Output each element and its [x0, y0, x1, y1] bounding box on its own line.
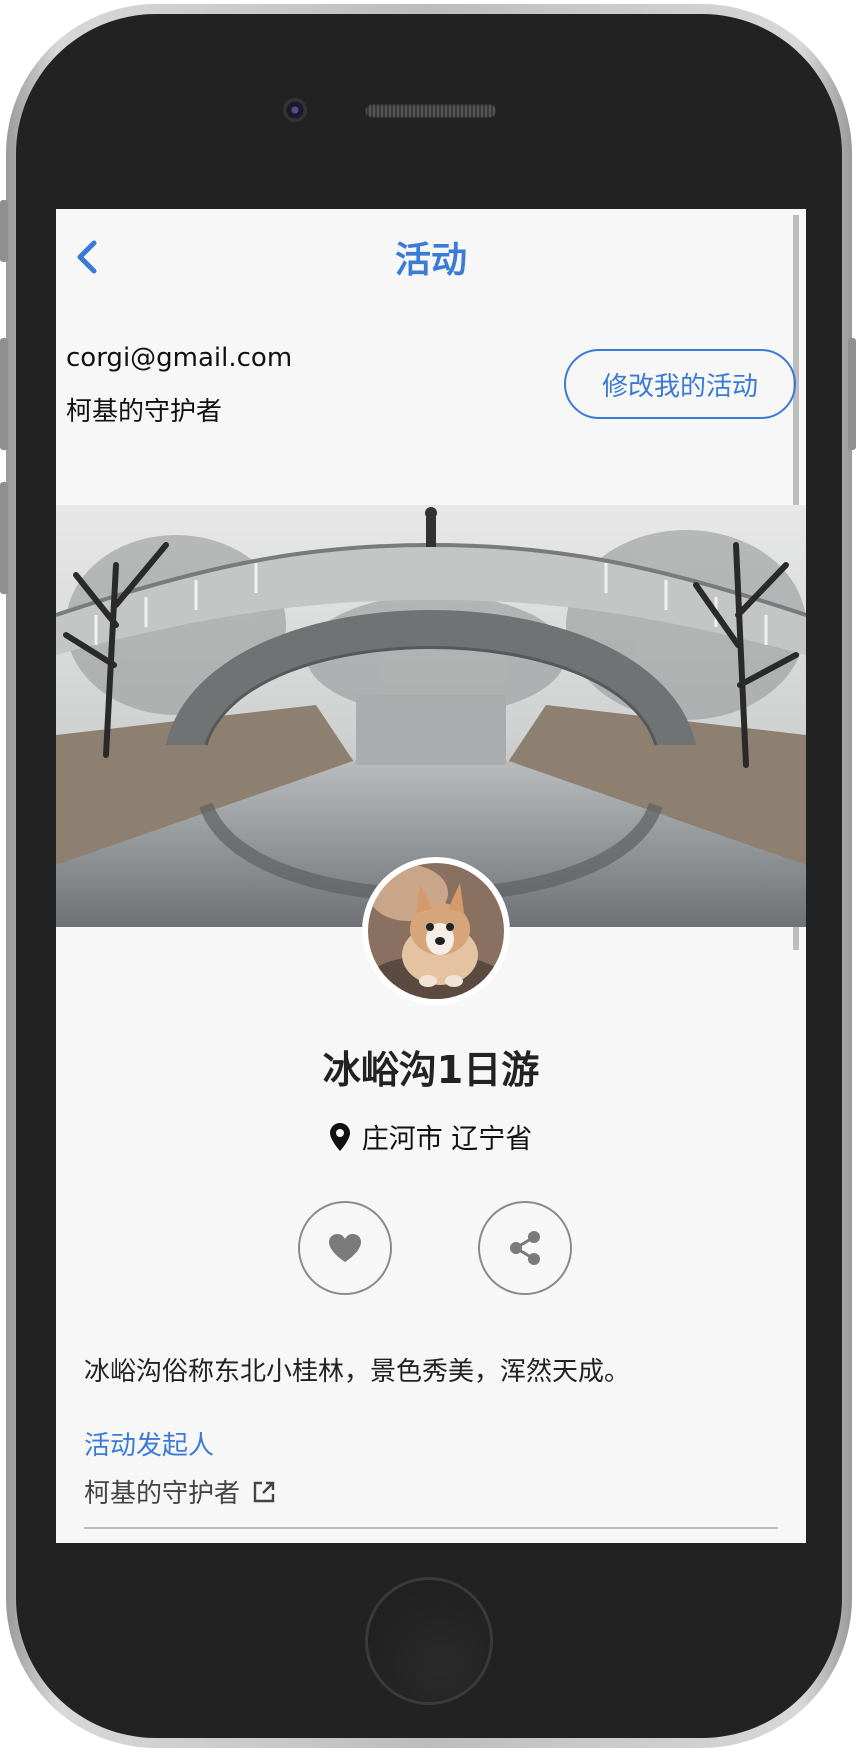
share-button[interactable]: [478, 1201, 572, 1295]
corgi-avatar-image: [368, 863, 504, 999]
top-bar: 活动: [56, 209, 806, 299]
home-button[interactable]: [365, 1577, 493, 1705]
user-email: corgi@gmail.com: [66, 343, 293, 373]
user-name: 柯基的守护者: [66, 397, 223, 427]
volume-down-button: [0, 482, 8, 594]
organizer-label: 活动发起人: [84, 1431, 215, 1461]
map-pin-icon: [329, 1122, 350, 1151]
mute-switch: [0, 200, 8, 262]
power-button: [848, 338, 856, 450]
divider: [84, 1527, 778, 1529]
page-title: 活动: [394, 240, 467, 281]
like-button[interactable]: [298, 1201, 392, 1295]
edit-my-event-button[interactable]: 修改我的活动: [564, 349, 796, 419]
share-icon: [510, 1231, 540, 1265]
event-location: 庄河市 辽宁省: [56, 1117, 806, 1156]
organizer-name: 柯基的守护者: [84, 1479, 241, 1509]
volume-up-button: [0, 338, 8, 450]
heart-icon: [329, 1234, 361, 1262]
external-link-icon: [253, 1481, 275, 1502]
earpiece-speaker: [365, 104, 497, 118]
front-camera: [283, 98, 307, 122]
avatar: [362, 857, 510, 1005]
event-title: 冰峪沟1日游: [322, 1048, 540, 1092]
event-description: 冰峪沟俗称东北小桂林，景色秀美，浑然天成。: [84, 1357, 631, 1387]
app-screen: 活动 corgi@gmail.com 柯基的守护者 修改我的活动 冰峪沟1日游 …: [56, 209, 806, 1543]
organizer-link[interactable]: 柯基的守护者: [84, 1473, 276, 1510]
location-text: 庄河市 辽宁省: [361, 1124, 533, 1155]
